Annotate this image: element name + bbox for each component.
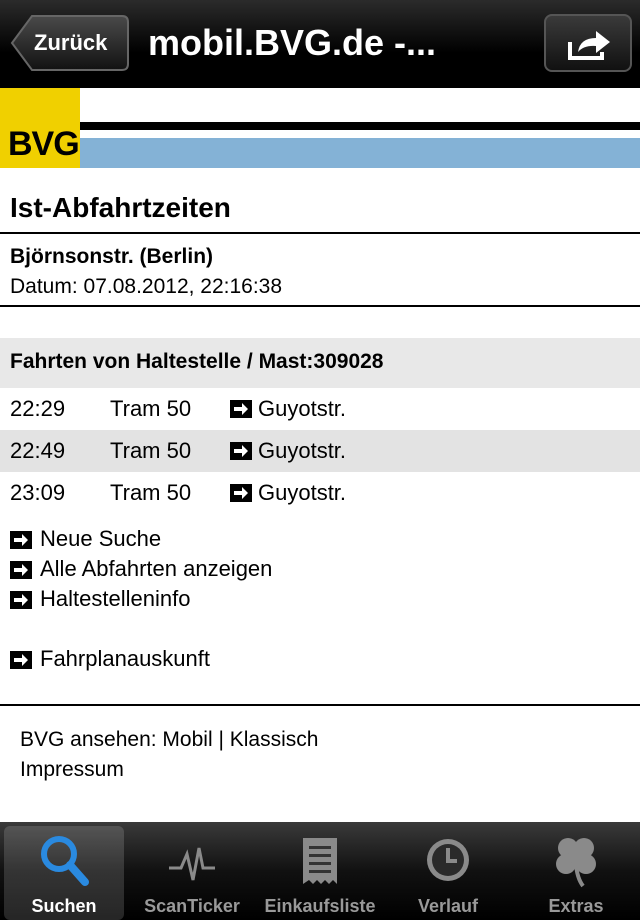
departure-destination[interactable]: Guyotstr. xyxy=(258,396,346,422)
section-title: Fahrten von Haltestelle / Mast:309028 xyxy=(10,350,384,373)
back-button[interactable]: Zurück xyxy=(10,14,130,72)
bvg-logo-text: BVG xyxy=(8,125,80,163)
departure-time: 23:09 xyxy=(10,480,66,505)
arrow-right-icon xyxy=(10,651,32,669)
share-button[interactable] xyxy=(544,14,632,72)
link-label[interactable]: Neue Suche xyxy=(40,526,161,552)
departure-row: 23:09 Tram 50 Guyotstr. xyxy=(0,472,640,514)
departure-line: Tram 50 xyxy=(110,396,192,421)
link-label[interactable]: Alle Abfahrten anzeigen xyxy=(40,556,272,582)
tab-label: Suchen xyxy=(31,896,97,916)
stop-name: Björnsonstr. (Berlin) xyxy=(10,245,214,268)
arrow-right-icon xyxy=(230,442,252,460)
share-icon xyxy=(568,31,610,60)
page-title-bar: mobil.BVG.de -... xyxy=(148,22,437,63)
divider xyxy=(0,704,640,706)
tab-bar: Suchen ScanTicker Einkaufsliste Verlauf xyxy=(0,822,640,920)
arrow-right-icon xyxy=(230,484,252,502)
clock-icon xyxy=(427,839,469,881)
footer-view-links[interactable]: BVG ansehen: Mobil | Klassisch xyxy=(20,728,318,752)
departure-row: 22:49 Tram 50 Guyotstr. xyxy=(0,430,640,472)
tab-verlauf[interactable]: Verlauf xyxy=(388,826,508,920)
bvg-banner: BVG xyxy=(0,88,640,168)
section-header: Fahrten von Haltestelle / Mast:309028 xyxy=(0,338,640,388)
arrow-right-icon xyxy=(10,531,32,549)
divider xyxy=(0,232,640,234)
navigation-bar: Zurück mobil.BVG.de -... xyxy=(0,0,640,88)
tab-label: Extras xyxy=(548,896,604,916)
arrow-right-icon xyxy=(10,561,32,579)
link-label[interactable]: Fahrplanauskunft xyxy=(40,646,210,672)
banner-blue-stripe xyxy=(80,138,640,168)
datum-text: Datum: 07.08.2012, 22:16:38 xyxy=(10,275,283,298)
tab-extras[interactable]: Extras xyxy=(516,826,636,920)
bvg-logo[interactable]: BVG xyxy=(0,88,80,168)
pulse-icon xyxy=(169,847,215,881)
tab-label: ScanTicker xyxy=(144,896,240,916)
search-icon xyxy=(41,836,89,886)
departure-row: 22:29 Tram 50 Guyotstr. xyxy=(0,388,640,430)
tab-label: Einkaufsliste xyxy=(264,896,376,916)
departure-time: 22:29 xyxy=(10,396,66,421)
footer-impressum-link[interactable]: Impressum xyxy=(20,758,124,782)
departure-line: Tram 50 xyxy=(110,438,192,463)
arrow-right-icon xyxy=(230,400,252,418)
tab-einkaufsliste[interactable]: Einkaufsliste xyxy=(260,826,380,920)
arrow-right-icon xyxy=(10,591,32,609)
back-button-label: Zurück xyxy=(34,30,108,55)
departures-heading: Ist-Abfahrtzeiten xyxy=(10,192,231,223)
departure-line: Tram 50 xyxy=(110,480,192,505)
departure-destination[interactable]: Guyotstr. xyxy=(258,438,346,464)
divider xyxy=(0,305,640,307)
tab-label: Verlauf xyxy=(417,896,479,916)
receipt-icon xyxy=(303,838,337,884)
departure-destination[interactable]: Guyotstr. xyxy=(258,480,346,506)
departure-time: 22:49 xyxy=(10,438,66,463)
tab-scanticker[interactable]: ScanTicker xyxy=(132,826,252,920)
clover-icon xyxy=(556,838,596,888)
tab-suchen[interactable]: Suchen xyxy=(4,826,124,920)
link-label[interactable]: Haltestelleninfo xyxy=(40,586,190,612)
banner-black-line xyxy=(80,122,640,130)
